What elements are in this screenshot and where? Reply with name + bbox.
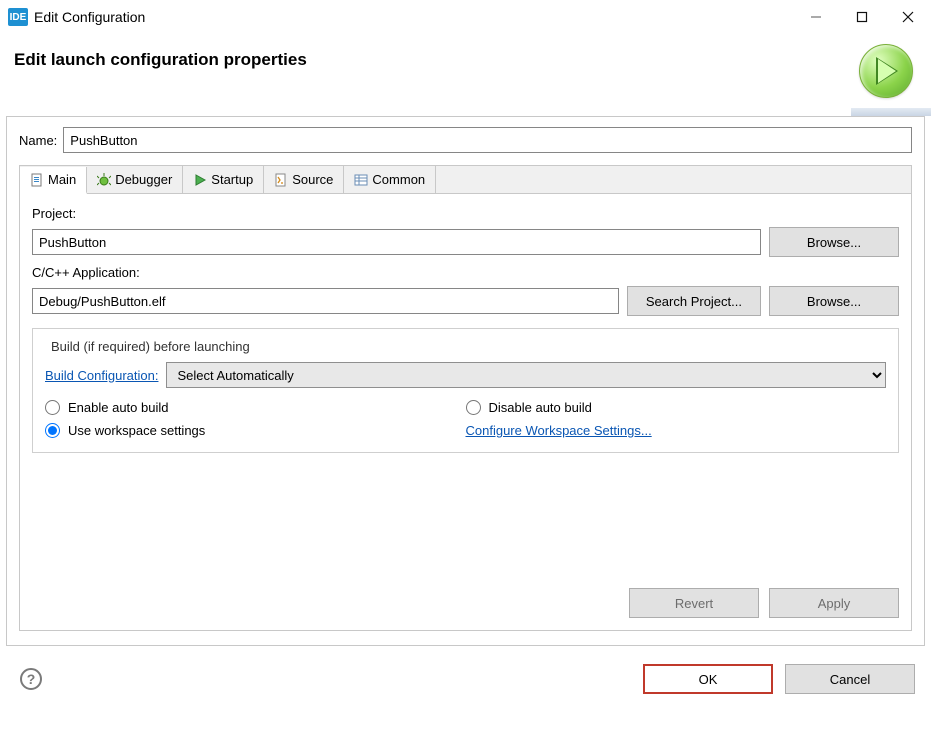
source-icon	[274, 173, 288, 187]
name-label: Name:	[19, 133, 57, 148]
tabbar: Main Debugger Startup Source Common	[19, 165, 912, 193]
project-label: Project:	[32, 206, 899, 221]
application-input[interactable]	[32, 288, 619, 314]
project-input[interactable]	[32, 229, 761, 255]
disable-auto-build-label: Disable auto build	[489, 400, 592, 415]
config-panel: Name: Main Debugger Startup Source Commo…	[6, 116, 925, 646]
configure-workspace-cell: Configure Workspace Settings...	[466, 423, 887, 438]
disable-auto-build-radio[interactable]: Disable auto build	[466, 400, 887, 415]
build-options-grid: Enable auto build Disable auto build Use…	[45, 400, 886, 438]
dialog-footer: ? OK Cancel	[0, 652, 931, 706]
tab-main-page: Project: Browse... C/C++ Application: Se…	[19, 193, 912, 631]
enable-auto-build-input[interactable]	[45, 400, 60, 415]
table-icon	[354, 173, 368, 187]
revert-button[interactable]: Revert	[629, 588, 759, 618]
project-row: Browse...	[32, 227, 899, 257]
tab-source-label: Source	[292, 172, 333, 187]
tab-main-label: Main	[48, 172, 76, 187]
application-row: Search Project... Browse...	[32, 286, 899, 316]
use-workspace-settings-label: Use workspace settings	[68, 423, 205, 438]
application-browse-button[interactable]: Browse...	[769, 286, 899, 316]
enable-auto-build-label: Enable auto build	[68, 400, 168, 415]
tab-startup[interactable]: Startup	[183, 166, 264, 193]
ok-button[interactable]: OK	[643, 664, 773, 694]
search-project-button[interactable]: Search Project...	[627, 286, 761, 316]
tab-main[interactable]: Main	[20, 167, 87, 194]
disable-auto-build-input[interactable]	[466, 400, 481, 415]
tab-common[interactable]: Common	[344, 166, 436, 193]
use-workspace-settings-input[interactable]	[45, 423, 60, 438]
panel-actions: Revert Apply	[32, 588, 899, 618]
tab-debugger[interactable]: Debugger	[87, 166, 183, 193]
use-workspace-settings-radio[interactable]: Use workspace settings	[45, 423, 466, 438]
name-row: Name:	[19, 127, 912, 153]
titlebar: IDE Edit Configuration	[0, 0, 931, 34]
enable-auto-build-radio[interactable]: Enable auto build	[45, 400, 466, 415]
document-icon	[30, 173, 44, 187]
build-group: Build (if required) before launching Bui…	[32, 328, 899, 453]
footer-buttons: OK Cancel	[643, 664, 915, 694]
app-badge-icon: IDE	[8, 8, 28, 26]
page-title: Edit launch configuration properties	[14, 50, 307, 70]
maximize-button[interactable]	[839, 2, 885, 32]
configure-workspace-link[interactable]: Configure Workspace Settings...	[466, 423, 652, 438]
build-configuration-link[interactable]: Build Configuration:	[45, 368, 158, 383]
minimize-button[interactable]	[793, 2, 839, 32]
play-icon	[193, 173, 207, 187]
help-icon[interactable]: ?	[20, 668, 42, 690]
build-group-legend: Build (if required) before launching	[47, 339, 254, 354]
tab-source[interactable]: Source	[264, 166, 344, 193]
run-icon	[859, 44, 913, 98]
window-controls	[793, 2, 931, 32]
build-configuration-select[interactable]: Select Automatically	[166, 362, 886, 388]
window-title: Edit Configuration	[34, 9, 145, 25]
tab-common-label: Common	[372, 172, 425, 187]
tab-startup-label: Startup	[211, 172, 253, 187]
cancel-button[interactable]: Cancel	[785, 664, 915, 694]
apply-button[interactable]: Apply	[769, 588, 899, 618]
build-config-row: Build Configuration: Select Automaticall…	[45, 362, 886, 388]
close-button[interactable]	[885, 2, 931, 32]
tab-debugger-label: Debugger	[115, 172, 172, 187]
project-browse-button[interactable]: Browse...	[769, 227, 899, 257]
name-input[interactable]	[63, 127, 912, 153]
header: Edit launch configuration properties	[0, 34, 931, 116]
application-label: C/C++ Application:	[32, 265, 899, 280]
decorative-strip	[851, 108, 931, 116]
bug-icon	[97, 173, 111, 187]
